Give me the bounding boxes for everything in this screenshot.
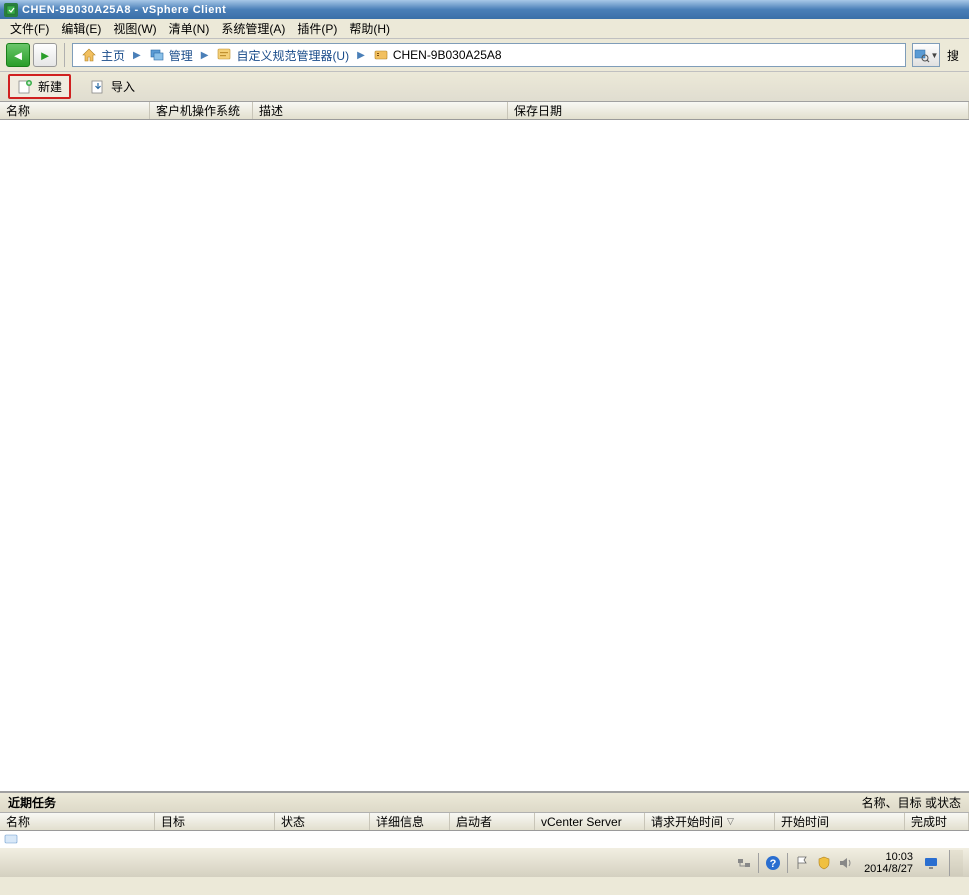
tray-monitor-icon[interactable]	[923, 855, 939, 871]
task-col-target[interactable]: 目标	[155, 813, 275, 830]
menu-plugins[interactable]: 插件(P)	[291, 18, 343, 39]
tray-network-icon[interactable]	[736, 855, 752, 871]
window-title: CHEN-9B030A25A8 - vSphere Client	[22, 4, 226, 16]
search-ctx-icon	[914, 47, 930, 63]
app-icon	[4, 3, 18, 17]
new-icon	[17, 79, 33, 95]
task-col-vcenter[interactable]: vCenter Server	[535, 813, 645, 830]
dropdown-caret-icon: ▼	[931, 51, 939, 60]
nav-back-button[interactable]: ◄	[6, 43, 30, 67]
tray-separator	[758, 853, 759, 873]
nav-forward-button[interactable]: ►	[33, 43, 57, 67]
import-icon	[90, 79, 106, 95]
menu-view[interactable]: 视图(W)	[107, 18, 162, 39]
task-col-req-start[interactable]: 请求开始时间▽	[645, 813, 775, 830]
taskbar-clock[interactable]: 10:03 2014/8/27	[860, 851, 917, 875]
show-desktop-button[interactable]	[949, 850, 963, 876]
task-col-initiator[interactable]: 启动者	[450, 813, 535, 830]
recent-tasks-title: 近期任务	[8, 794, 56, 811]
breadcrumb-host-label: CHEN-9B030A25A8	[393, 48, 502, 62]
clock-date: 2014/8/27	[864, 863, 913, 875]
tray-help-icon[interactable]: ?	[765, 855, 781, 871]
breadcrumb-host[interactable]: CHEN-9B030A25A8	[369, 47, 506, 63]
chevron-right-icon: ▶	[355, 50, 367, 61]
menu-admin[interactable]: 系统管理(A)	[215, 18, 291, 39]
toolbar-separator	[64, 43, 65, 67]
svg-text:?: ?	[770, 858, 777, 870]
task-col-status[interactable]: 状态	[275, 813, 370, 830]
task-row-icon	[4, 832, 18, 846]
breadcrumb-home[interactable]: 主页	[77, 47, 129, 64]
chevron-right-icon: ▶	[131, 50, 143, 61]
task-table-body	[0, 831, 969, 847]
task-table-header: 名称 目标 状态 详细信息 启动者 vCenter Server 请求开始时间▽…	[0, 813, 969, 831]
actions-toolbar: 新建 导入	[0, 72, 969, 102]
host-icon	[373, 47, 389, 63]
new-button[interactable]: 新建	[8, 74, 71, 99]
tray-shield-icon[interactable]	[816, 855, 832, 871]
search-mode-dropdown[interactable]: ▼	[912, 43, 940, 67]
import-button[interactable]: 导入	[81, 74, 144, 99]
column-header-guest-os[interactable]: 客户机操作系统	[150, 102, 253, 119]
menu-help[interactable]: 帮助(H)	[343, 18, 396, 39]
arrow-left-icon: ◄	[12, 48, 25, 63]
chevron-right-icon: ▶	[199, 50, 211, 61]
task-col-complete-time[interactable]: 完成时	[905, 813, 969, 830]
clock-time: 10:03	[864, 851, 913, 863]
recent-tasks-panel: 近期任务 名称、目标 或状态 名称 目标 状态 详细信息 启动者 vCenter…	[0, 791, 969, 847]
breadcrumb-admin[interactable]: 管理	[145, 47, 197, 64]
menubar: 文件(F) 编辑(E) 视图(W) 清单(N) 系统管理(A) 插件(P) 帮助…	[0, 19, 969, 39]
window-titlebar: CHEN-9B030A25A8 - vSphere Client	[0, 0, 969, 19]
home-icon	[81, 47, 97, 63]
column-header-save-date[interactable]: 保存日期	[508, 102, 969, 119]
breadcrumb-admin-label: 管理	[169, 47, 193, 64]
new-button-label: 新建	[38, 78, 62, 95]
menu-file[interactable]: 文件(F)	[4, 18, 55, 39]
customization-icon	[216, 47, 232, 63]
admin-icon	[149, 47, 165, 63]
breadcrumb-bar: 主页 ▶ 管理 ▶ 自定义规范管理器(U) ▶ CHEN-9B030A25A8	[72, 43, 906, 67]
task-col-start-time[interactable]: 开始时间	[775, 813, 905, 830]
breadcrumb-custom-mgr[interactable]: 自定义规范管理器(U)	[212, 47, 353, 64]
search-label: 搜	[943, 47, 963, 64]
tray-flag-icon[interactable]	[794, 855, 810, 871]
column-header-name[interactable]: 名称	[0, 102, 150, 119]
main-table-body	[0, 120, 969, 791]
menu-edit[interactable]: 编辑(E)	[55, 18, 107, 39]
tray-separator	[787, 853, 788, 873]
recent-tasks-header: 近期任务 名称、目标 或状态	[0, 793, 969, 813]
nav-toolbar: ◄ ► 主页 ▶ 管理 ▶ 自定义规范管理器(U) ▶	[0, 39, 969, 72]
task-col-name[interactable]: 名称	[0, 813, 155, 830]
breadcrumb-custom-mgr-label: 自定义规范管理器(U)	[236, 47, 349, 64]
task-col-details[interactable]: 详细信息	[370, 813, 450, 830]
recent-tasks-filter-label: 名称、目标 或状态	[862, 794, 961, 811]
tray-volume-icon[interactable]	[838, 855, 854, 871]
import-button-label: 导入	[111, 78, 135, 95]
breadcrumb-home-label: 主页	[101, 47, 125, 64]
arrow-right-icon: ►	[39, 48, 52, 63]
column-header-description[interactable]: 描述	[253, 102, 508, 119]
os-taskbar: ? 10:03 2014/8/27	[0, 847, 969, 877]
sort-desc-icon: ▽	[727, 816, 734, 827]
main-table-header: 名称 客户机操作系统 描述 保存日期	[0, 102, 969, 120]
menu-inventory[interactable]: 清单(N)	[163, 18, 216, 39]
